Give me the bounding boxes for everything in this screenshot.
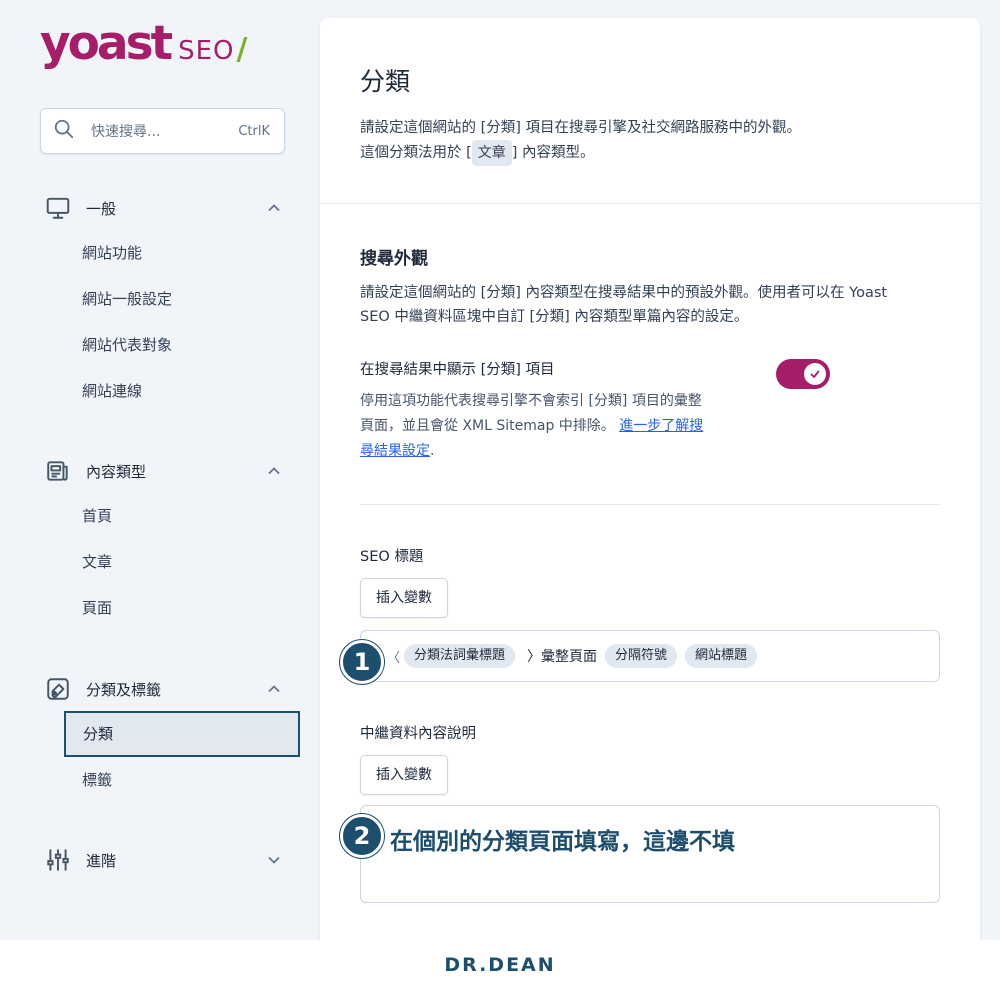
desktop-icon bbox=[44, 194, 72, 222]
chevron-down-icon bbox=[264, 850, 284, 870]
yoast-settings-app: yoast SEO / 快速搜尋... CtrlK 一般 網站功能 網站一般設定… bbox=[0, 0, 1000, 940]
sidebar-group-label: 進階 bbox=[86, 851, 117, 870]
card-header: 分類 請設定這個網站的 [分類] 項目在搜尋引擎及社交網路服務中的外觀。 這個分… bbox=[320, 18, 980, 204]
annotation-badge-2: 2 bbox=[340, 814, 384, 858]
sidebar-group-content-types: 內容類型 首頁 文章 頁面 bbox=[40, 449, 300, 631]
annotation-badge-1: 1 bbox=[340, 640, 384, 684]
page-desc-pre: 這個分類法用於 [ bbox=[360, 145, 472, 161]
sidebar-group-taxonomies-toggle[interactable]: 分類及標籤 bbox=[40, 667, 300, 711]
section-title: 搜尋外觀 bbox=[360, 249, 428, 269]
variable-token: 網站標題 bbox=[685, 644, 758, 668]
search-shortcut: CtrlK bbox=[238, 123, 270, 139]
learn-more-link-cont[interactable]: 尋結果設定 bbox=[360, 443, 430, 459]
seo-title-label: SEO 標題 bbox=[360, 549, 424, 565]
logo-slash: / bbox=[236, 32, 248, 67]
chevron-up-icon bbox=[264, 198, 284, 218]
variable-token: 分類法詞彙標題 bbox=[404, 644, 516, 668]
sidebar-item-categories[interactable]: 分類 bbox=[64, 711, 300, 757]
sidebar-item-site-connections[interactable]: 網站連線 bbox=[40, 368, 300, 414]
logo-wordmark: yoast bbox=[40, 16, 173, 71]
post-type-tag: 文章 bbox=[471, 140, 512, 166]
logo-product: SEO bbox=[178, 36, 235, 66]
tag-folder-icon bbox=[44, 675, 72, 703]
annotation-note: 在個別的分類頁面填寫，這邊不填 bbox=[390, 829, 735, 855]
sidebar-group-label: 分類及標籤 bbox=[86, 680, 162, 699]
variable-token: 分隔符號 bbox=[605, 644, 678, 668]
show-in-search-toggle[interactable] bbox=[776, 359, 830, 389]
search-placeholder: 快速搜尋... bbox=[91, 124, 161, 140]
search-icon bbox=[53, 118, 75, 144]
sidebar-item-pages[interactable]: 頁面 bbox=[40, 585, 300, 631]
check-icon bbox=[804, 363, 826, 385]
learn-more-link[interactable]: 進一步了解搜 bbox=[619, 418, 703, 434]
sidebar-item-site-basics[interactable]: 網站一般設定 bbox=[40, 276, 300, 322]
seo-title-input[interactable]: 〈 分類法詞彙標題 〉彙整頁面 分隔符號 網站標題 bbox=[360, 630, 940, 682]
show-in-search-setting: 在搜尋結果中顯示 [分類] 項目 停用這項功能代表搜尋引擎不會索引 [分類] 項… bbox=[360, 359, 940, 464]
sidebar-item-site-representation[interactable]: 網站代表對象 bbox=[40, 322, 300, 368]
page-desc-line2: 這個分類法用於 [文章] 內容類型。 bbox=[360, 140, 940, 166]
link-period: . bbox=[430, 443, 435, 459]
meta-desc-label: 中繼資料內容說明 bbox=[360, 726, 476, 742]
sidebar-group-general-toggle[interactable]: 一般 bbox=[40, 186, 300, 230]
sidebar-group-advanced: 進階 bbox=[40, 838, 300, 882]
sliders-icon bbox=[44, 846, 72, 874]
sidebar-item-site-features[interactable]: 網站功能 bbox=[40, 230, 300, 276]
newspaper-icon bbox=[44, 457, 72, 485]
section-description: 請設定這個網站的 [分類] 內容類型在搜尋結果中的預設外觀。使用者可以在 Yoa… bbox=[360, 281, 940, 329]
sidebar-group-label: 內容類型 bbox=[86, 462, 147, 481]
chevron-up-icon bbox=[264, 679, 284, 699]
page-desc-post: ] 內容類型。 bbox=[511, 145, 595, 161]
sidebar-group-label: 一般 bbox=[86, 199, 117, 218]
sidebar-group-taxonomies: 分類及標籤 分類 標籤 bbox=[40, 667, 300, 803]
toggle-help-line2: 頁面，並且會從 XML Sitemap 中排除。 bbox=[360, 418, 615, 434]
section-desc-line2: SEO 中繼資料區塊中自訂 [分類] 內容類型單篇內容的設定。 bbox=[360, 309, 749, 325]
seo-title-insert-variable-button[interactable]: 插入變數 bbox=[360, 578, 448, 618]
sidebar-group-advanced-toggle[interactable]: 進階 bbox=[40, 838, 300, 882]
page-desc-line1: 請設定這個網站的 [分類] 項目在搜尋引擎及社交網路服務中的外觀。 bbox=[360, 120, 802, 136]
token-bracket: 〈 bbox=[387, 650, 401, 666]
sidebar-group-general: 一般 網站功能 網站一般設定 網站代表對象 網站連線 bbox=[40, 186, 300, 414]
section-divider bbox=[360, 504, 940, 505]
yoast-seo-logo[interactable]: yoast SEO / bbox=[40, 14, 247, 74]
sidebar-item-posts[interactable]: 文章 bbox=[40, 539, 300, 585]
page-title: 分類 bbox=[360, 67, 411, 96]
settings-card: 分類 請設定這個網站的 [分類] 項目在搜尋引擎及社交網路服務中的外觀。 這個分… bbox=[320, 18, 980, 940]
toggle-help-line1: 停用這項功能代表搜尋引擎不會索引 [分類] 項目的彙整 bbox=[360, 393, 702, 409]
meta-desc-insert-variable-button[interactable]: 插入變數 bbox=[360, 755, 448, 795]
dr-dean-brand: DR.DEAN bbox=[0, 940, 1000, 990]
toggle-label: 在搜尋結果中顯示 [分類] 項目 bbox=[360, 362, 555, 378]
plain-text-token: 〉彙整頁面 bbox=[527, 649, 598, 665]
toggle-help: 停用這項功能代表搜尋引擎不會索引 [分類] 項目的彙整 頁面，並且會從 XML … bbox=[360, 389, 745, 464]
search-appearance-section: 搜尋外觀 請設定這個網站的 [分類] 內容類型在搜尋結果中的預設外觀。使用者可以… bbox=[320, 204, 980, 903]
page-description: 請設定這個網站的 [分類] 項目在搜尋引擎及社交網路服務中的外觀。 這個分類法用… bbox=[360, 116, 940, 166]
chevron-up-icon bbox=[264, 461, 284, 481]
sidebar-item-tags[interactable]: 標籤 bbox=[40, 757, 300, 803]
toggle-text: 在搜尋結果中顯示 [分類] 項目 停用這項功能代表搜尋引擎不會索引 [分類] 項… bbox=[360, 359, 745, 464]
sidebar-item-homepage[interactable]: 首頁 bbox=[40, 493, 300, 539]
brand-text: DR.DEAN bbox=[444, 954, 556, 976]
section-desc-line1: 請設定這個網站的 [分類] 內容類型在搜尋結果中的預設外觀。使用者可以在 Yoa… bbox=[360, 285, 888, 301]
quick-search-button[interactable]: 快速搜尋... CtrlK bbox=[40, 108, 285, 154]
sidebar-group-content-types-toggle[interactable]: 內容類型 bbox=[40, 449, 300, 493]
